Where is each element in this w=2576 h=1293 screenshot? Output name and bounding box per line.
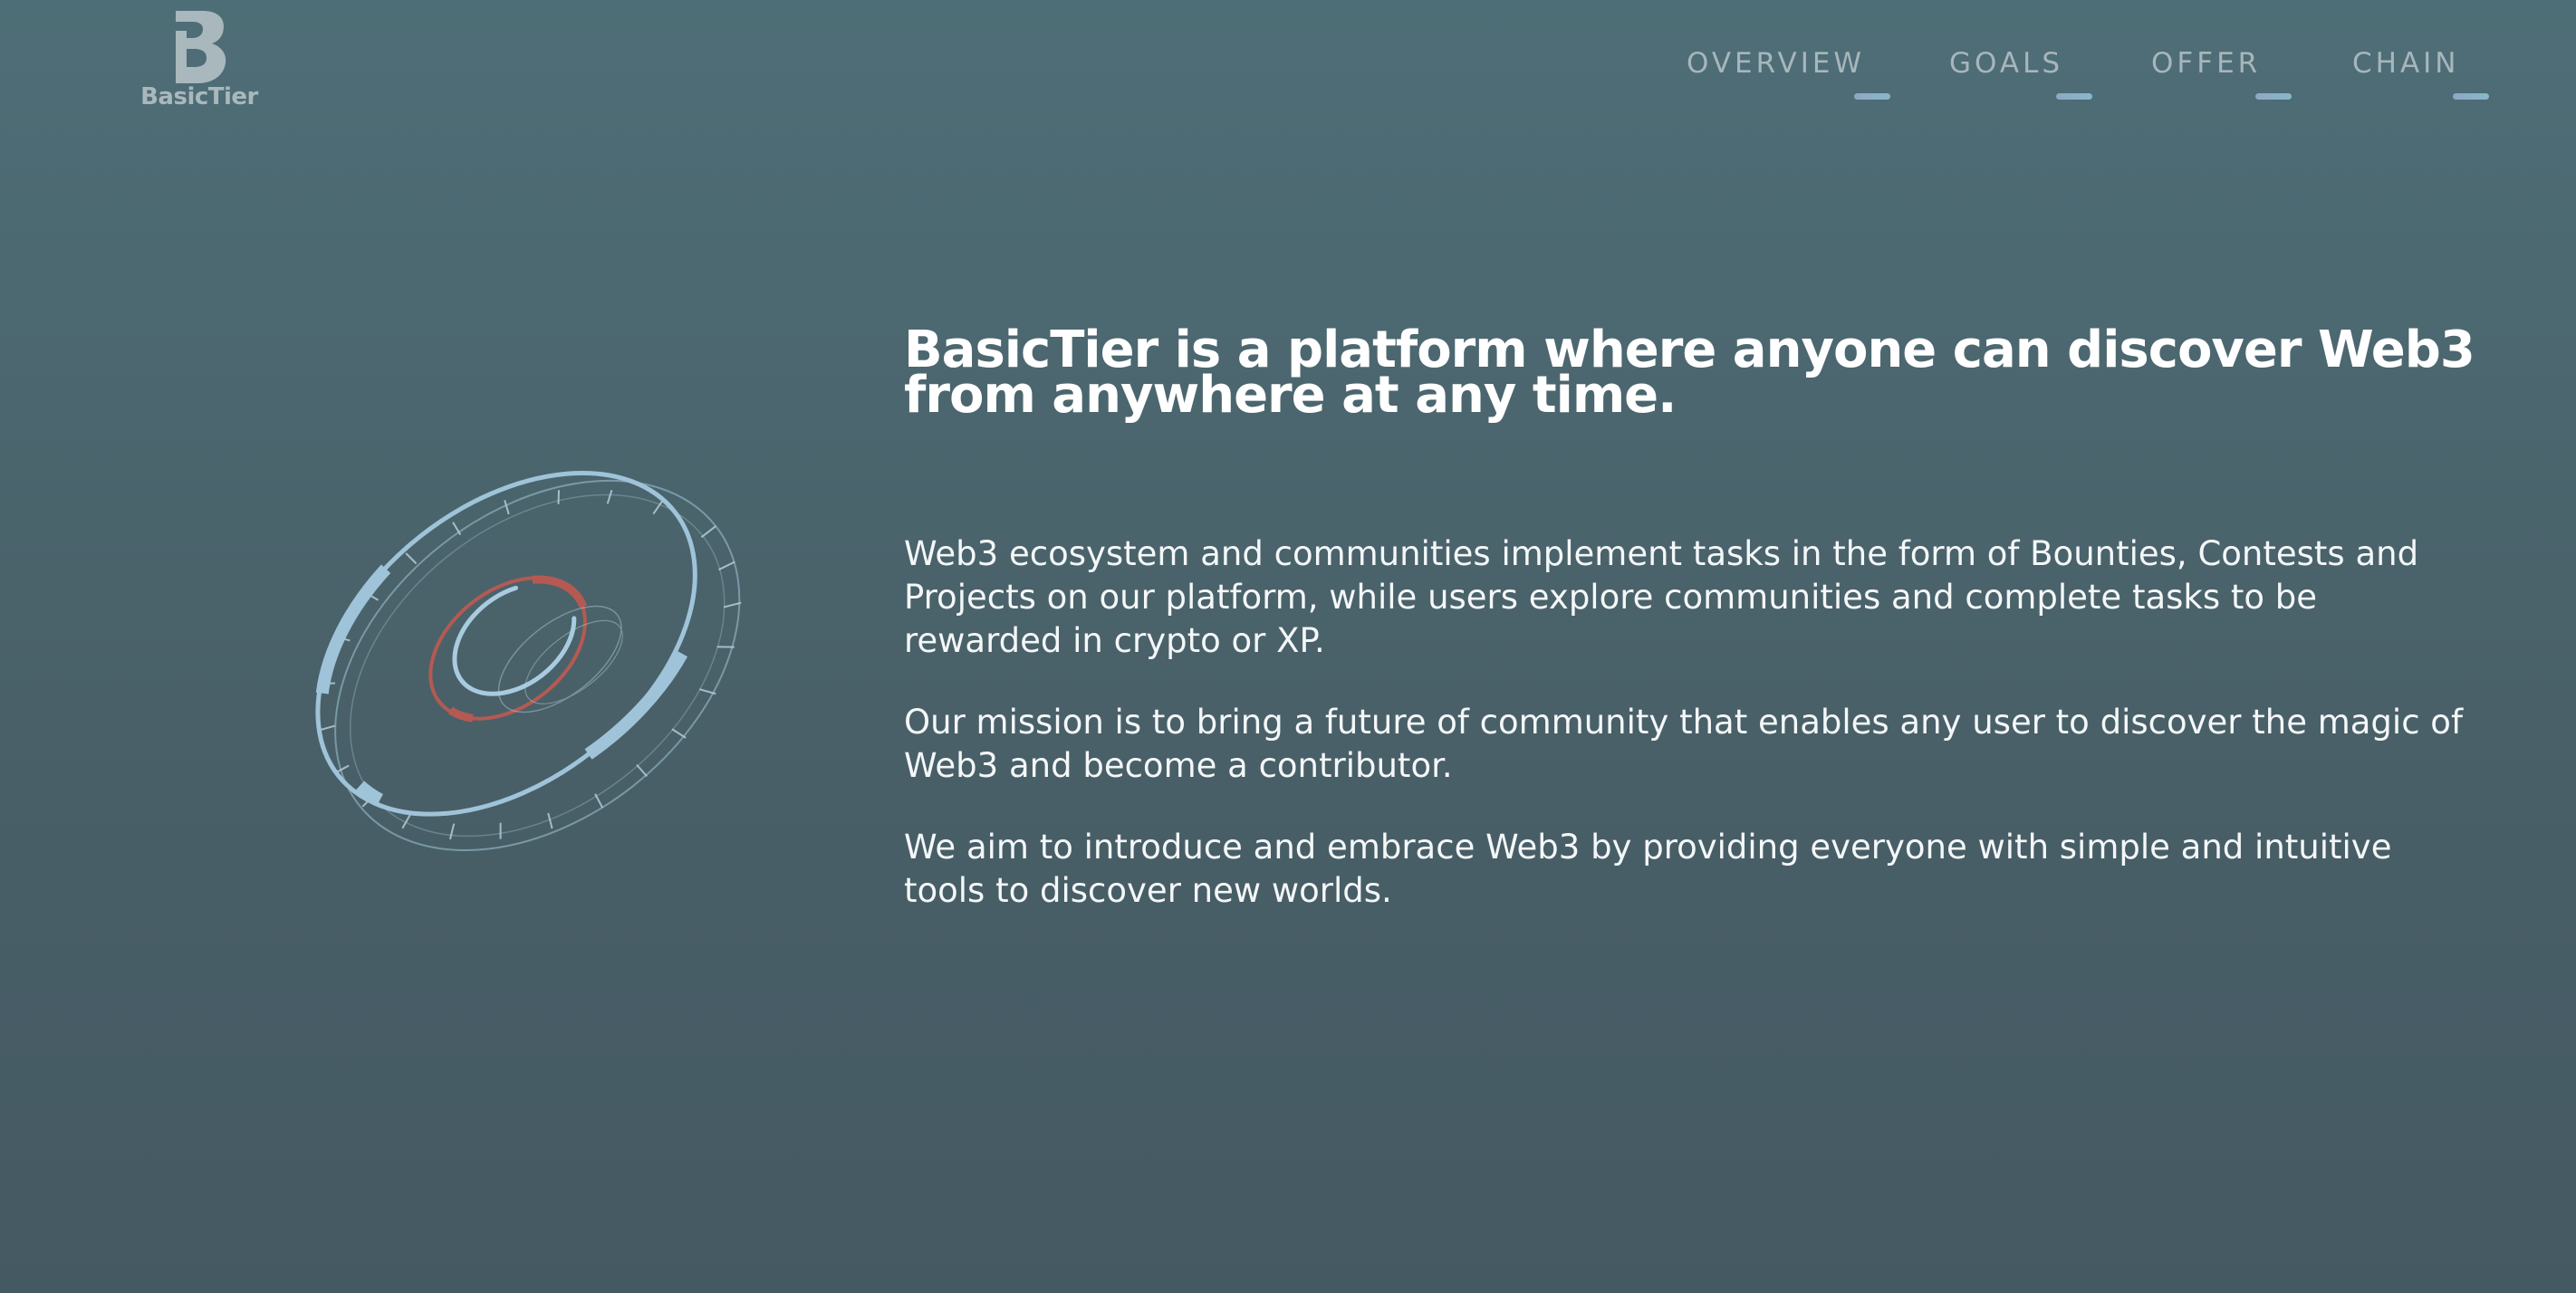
nav-chain-underline [2453, 93, 2489, 100]
nav-offer-underline [2255, 93, 2292, 100]
brand-logo[interactable]: BasicTier [136, 7, 263, 125]
basictier-b-logo-icon [176, 11, 226, 83]
hero-graphic [245, 367, 788, 928]
hero-paragraph-platform: Web3 ecosystem and communities implement… [904, 534, 2419, 660]
brand-name: BasicTier [140, 83, 258, 110]
orbital-dial-icon [315, 471, 742, 851]
hero-content: BasicTier is a platform where anyone can… [904, 321, 2480, 913]
nav-overview-underline [1854, 93, 1890, 100]
nav-chain[interactable]: CHAIN [2352, 47, 2460, 80]
hero-headline: BasicTier is a platform where anyone can… [904, 321, 2475, 425]
nav-overview[interactable]: OVERVIEW [1687, 47, 1865, 80]
nav-goals[interactable]: GOALS [1949, 47, 2063, 80]
nav-offer[interactable]: OFFER [2151, 47, 2261, 80]
hero-paragraph-aim: We aim to introduce and embrace Web3 by … [904, 828, 2392, 910]
hero-paragraph-mission: Our mission is to bring a future of comm… [904, 703, 2463, 785]
nav-goals-underline [2056, 93, 2092, 100]
main-nav: OVERVIEW GOALS OFFER CHAIN [1630, 47, 2500, 110]
